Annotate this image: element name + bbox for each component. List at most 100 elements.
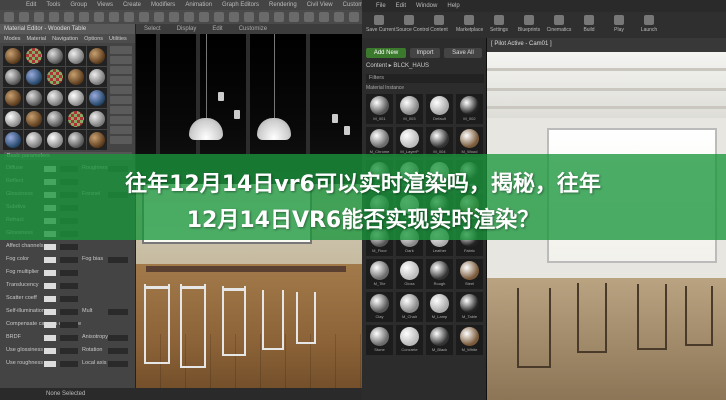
max-menu-item[interactable]: Create <box>123 2 141 8</box>
asset-tile[interactable]: M_Lamp <box>426 292 453 322</box>
asset-tile[interactable]: M_Chrome <box>366 127 393 157</box>
asset-tile[interactable]: M_004 <box>426 127 453 157</box>
toolbar-icon[interactable] <box>334 12 344 22</box>
param-value-field[interactable] <box>60 348 78 354</box>
side-tool-button[interactable] <box>110 66 132 74</box>
material-sample-slot[interactable] <box>45 46 65 66</box>
ribbon-tab[interactable]: Select <box>144 26 161 32</box>
param-color-swatch[interactable] <box>44 296 56 302</box>
material-sample-slot[interactable] <box>24 67 44 87</box>
asset-tile[interactable]: Stone <box>366 325 393 355</box>
side-tool-button[interactable] <box>110 56 132 64</box>
max-menu-item[interactable]: Modifiers <box>151 2 175 8</box>
filters-dropdown[interactable]: Filters <box>366 74 484 83</box>
param-color-swatch[interactable] <box>44 322 56 328</box>
ue-menu-item[interactable]: Edit <box>396 3 406 9</box>
material-editor-menu-item[interactable]: Options <box>84 36 103 42</box>
toolbar-icon[interactable] <box>184 12 194 22</box>
ribbon-tab[interactable]: Edit <box>212 26 222 32</box>
ue-toolbar-button[interactable]: Content <box>426 14 452 36</box>
material-sample-slot[interactable] <box>3 109 23 129</box>
toolbar-icon[interactable] <box>244 12 254 22</box>
side-tool-button[interactable] <box>110 136 132 144</box>
param-color-swatch[interactable] <box>44 361 56 367</box>
material-sample-slot[interactable] <box>45 67 65 87</box>
side-tool-button[interactable] <box>110 46 132 54</box>
max-menu-item[interactable]: Graph Editors <box>222 2 259 8</box>
material-sample-slot[interactable] <box>45 88 65 108</box>
material-sample-slot[interactable] <box>3 130 23 150</box>
asset-tile[interactable]: M_White <box>456 325 483 355</box>
asset-tile[interactable]: Concrete <box>396 325 423 355</box>
material-sample-slot[interactable] <box>87 67 107 87</box>
asset-tile[interactable]: Clay <box>366 292 393 322</box>
param-color-swatch[interactable] <box>44 348 56 354</box>
material-sample-slot[interactable] <box>3 46 23 66</box>
material-sample-slot[interactable] <box>24 109 44 129</box>
side-tool-button[interactable] <box>110 76 132 84</box>
asset-tile[interactable]: M_Table <box>456 292 483 322</box>
side-tool-button[interactable] <box>110 96 132 104</box>
toolbar-icon[interactable] <box>214 12 224 22</box>
material-editor-menu-item[interactable]: Modes <box>4 36 21 42</box>
toolbar-icon[interactable] <box>64 12 74 22</box>
param-value-field[interactable] <box>108 348 128 354</box>
ue-menu-item[interactable]: File <box>376 3 386 9</box>
side-tool-button[interactable] <box>110 116 132 124</box>
ue-toolbar-button[interactable]: Source Control <box>396 14 429 36</box>
ue-toolbar-button[interactable]: Save Current <box>366 14 395 36</box>
max-menu-item[interactable]: Animation <box>185 2 212 8</box>
import-button[interactable]: Import <box>410 48 440 58</box>
toolbar-icon[interactable] <box>124 12 134 22</box>
viewport-camera-tab[interactable]: [ Pilot Active - Cam01 ] <box>491 41 552 47</box>
material-sample-slot[interactable] <box>87 109 107 129</box>
asset-tile[interactable]: M_001 <box>366 94 393 124</box>
side-tool-button[interactable] <box>110 126 132 134</box>
max-menu-item[interactable]: Rendering <box>269 2 297 8</box>
param-color-swatch[interactable] <box>44 283 56 289</box>
param-value-field[interactable] <box>108 309 128 315</box>
asset-tile[interactable]: M_Wood <box>456 127 483 157</box>
ue-toolbar-button[interactable]: Settings <box>486 14 512 36</box>
ribbon-tab[interactable]: Customize <box>239 26 267 32</box>
max-menu-item[interactable]: Group <box>70 2 87 8</box>
ue-toolbar-button[interactable]: Build <box>576 14 602 36</box>
asset-tile[interactable]: M_Chair <box>396 292 423 322</box>
asset-tile[interactable]: M_003 <box>396 94 423 124</box>
side-tool-button[interactable] <box>110 86 132 94</box>
toolbar-icon[interactable] <box>199 12 209 22</box>
param-color-swatch[interactable] <box>44 335 56 341</box>
material-sample-slot[interactable] <box>87 46 107 66</box>
material-sample-slot[interactable] <box>24 46 44 66</box>
param-value-field[interactable] <box>60 296 78 302</box>
param-value-field[interactable] <box>60 361 78 367</box>
param-color-swatch[interactable] <box>44 270 56 276</box>
toolbar-icon[interactable] <box>304 12 314 22</box>
material-sample-slot[interactable] <box>66 46 86 66</box>
add-new-button[interactable]: Add New <box>366 48 406 58</box>
material-sample-slot[interactable] <box>3 88 23 108</box>
toolbar-icon[interactable] <box>4 12 14 22</box>
toolbar-icon[interactable] <box>274 12 284 22</box>
param-color-swatch[interactable] <box>44 244 56 250</box>
material-sample-slot[interactable] <box>24 88 44 108</box>
material-sample-slot[interactable] <box>45 130 65 150</box>
ue-toolbar-button[interactable]: Marketplace <box>456 14 483 36</box>
toolbar-icon[interactable] <box>79 12 89 22</box>
material-sample-slot[interactable] <box>66 67 86 87</box>
ue-menu-item[interactable]: Window <box>416 3 437 9</box>
max-menu-item[interactable]: Civil View <box>307 2 333 8</box>
asset-tile[interactable]: Default <box>426 94 453 124</box>
ue-toolbar-button[interactable]: Play <box>606 14 632 36</box>
toolbar-icon[interactable] <box>259 12 269 22</box>
asset-tile[interactable]: Rough <box>426 259 453 289</box>
material-editor-menu-item[interactable]: Navigation <box>52 36 78 42</box>
param-value-field[interactable] <box>60 309 78 315</box>
param-color-swatch[interactable] <box>44 257 56 263</box>
param-value-field[interactable] <box>60 322 78 328</box>
param-value-field[interactable] <box>108 335 128 341</box>
asset-tile[interactable]: M_Tile <box>366 259 393 289</box>
param-color-swatch[interactable] <box>44 309 56 315</box>
save-all-button[interactable]: Save All <box>444 48 482 58</box>
material-sample-slot[interactable] <box>87 130 107 150</box>
